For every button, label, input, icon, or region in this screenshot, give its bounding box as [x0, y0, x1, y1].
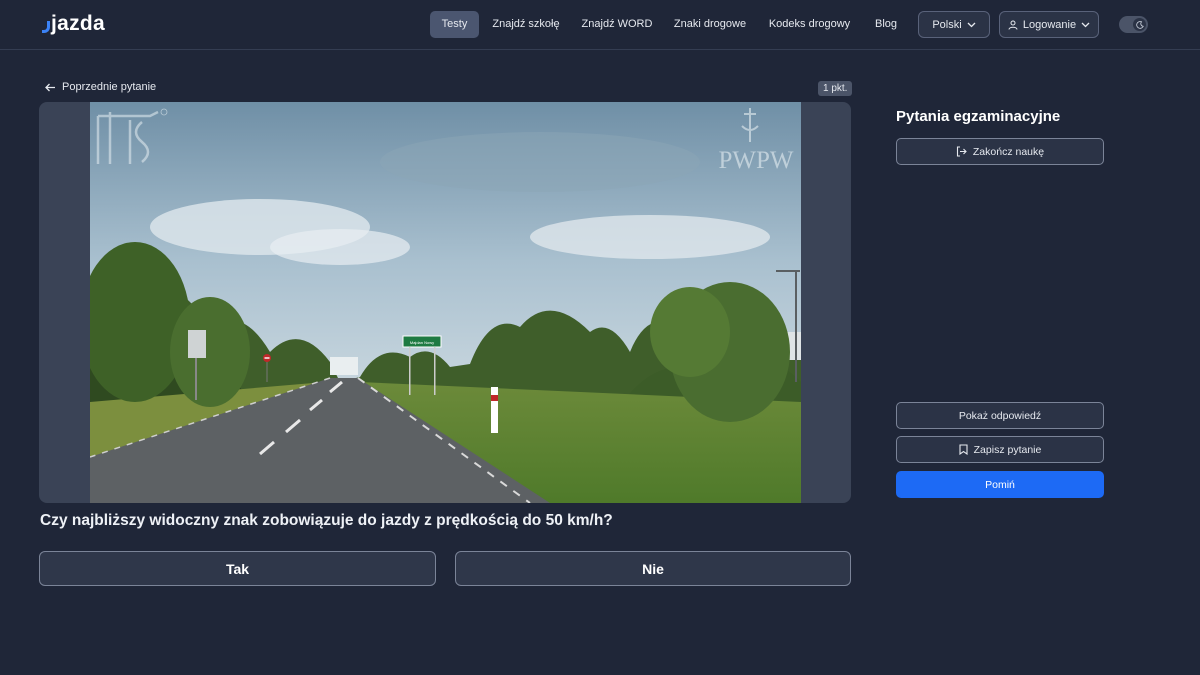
- logout-icon: [956, 146, 967, 157]
- previous-question-label: Poprzednie pytanie: [62, 81, 157, 93]
- previous-question-link[interactable]: Poprzednie pytanie: [45, 81, 156, 93]
- points-badge: 1 pkt.: [818, 81, 853, 96]
- theme-toggle[interactable]: [1119, 16, 1148, 33]
- user-icon: [1008, 20, 1018, 30]
- arrow-left-icon: [45, 83, 55, 91]
- top-bar: jazda Testy Znajdź szkołę Znajdź WORD Zn…: [0, 0, 1200, 50]
- chevron-down-icon: [967, 22, 976, 27]
- chevron-down-icon: [1081, 22, 1090, 27]
- logo-mark-icon: [42, 21, 50, 33]
- logo-text: jazda: [51, 12, 106, 35]
- login-button[interactable]: Logowanie: [999, 11, 1099, 38]
- watermark-right-text: PWPW: [719, 147, 794, 174]
- skip-button[interactable]: Pomiń: [896, 471, 1104, 498]
- nav-item-kodeks-drogowy[interactable]: Kodeks drogowy: [767, 11, 852, 38]
- language-select[interactable]: Polski: [918, 11, 990, 38]
- save-question-button[interactable]: Zapisz pytanie: [896, 436, 1104, 463]
- moon-icon: [1135, 20, 1144, 29]
- language-label: Polski: [932, 18, 962, 31]
- answer-nie-button[interactable]: Nie: [455, 551, 851, 586]
- finish-learning-button[interactable]: Zakończ naukę: [896, 138, 1104, 165]
- logo[interactable]: jazda: [42, 12, 105, 36]
- answer-tak-button[interactable]: Tak: [39, 551, 436, 586]
- nav-item-testy[interactable]: Testy: [430, 11, 479, 38]
- nav-item-znajdz-szkole[interactable]: Znajdź szkołę: [490, 11, 562, 38]
- road-scene-image: Majdan Nowy PWPW: [90, 102, 801, 503]
- login-label: Logowanie: [1022, 18, 1077, 31]
- save-question-label: Zapisz pytanie: [973, 443, 1042, 456]
- show-answer-button[interactable]: Pokaż odpowiedź: [896, 402, 1104, 429]
- question-text: Czy najbliższy widoczny znak zobowiązuje…: [40, 512, 613, 529]
- nav-item-znajdz-word[interactable]: Znajdź WORD: [580, 11, 654, 38]
- bookmark-icon: [959, 444, 968, 455]
- nav-item-blog[interactable]: Blog: [870, 11, 902, 38]
- town-sign-text: Majdan Nowy: [410, 340, 434, 345]
- sidebar-title: Pytania egzaminacyjne: [896, 108, 1061, 125]
- question-media: Majdan Nowy PWPW: [39, 102, 851, 503]
- nav-item-znaki-drogowe[interactable]: Znaki drogowe: [671, 11, 749, 38]
- finish-learning-label: Zakończ naukę: [972, 145, 1045, 158]
